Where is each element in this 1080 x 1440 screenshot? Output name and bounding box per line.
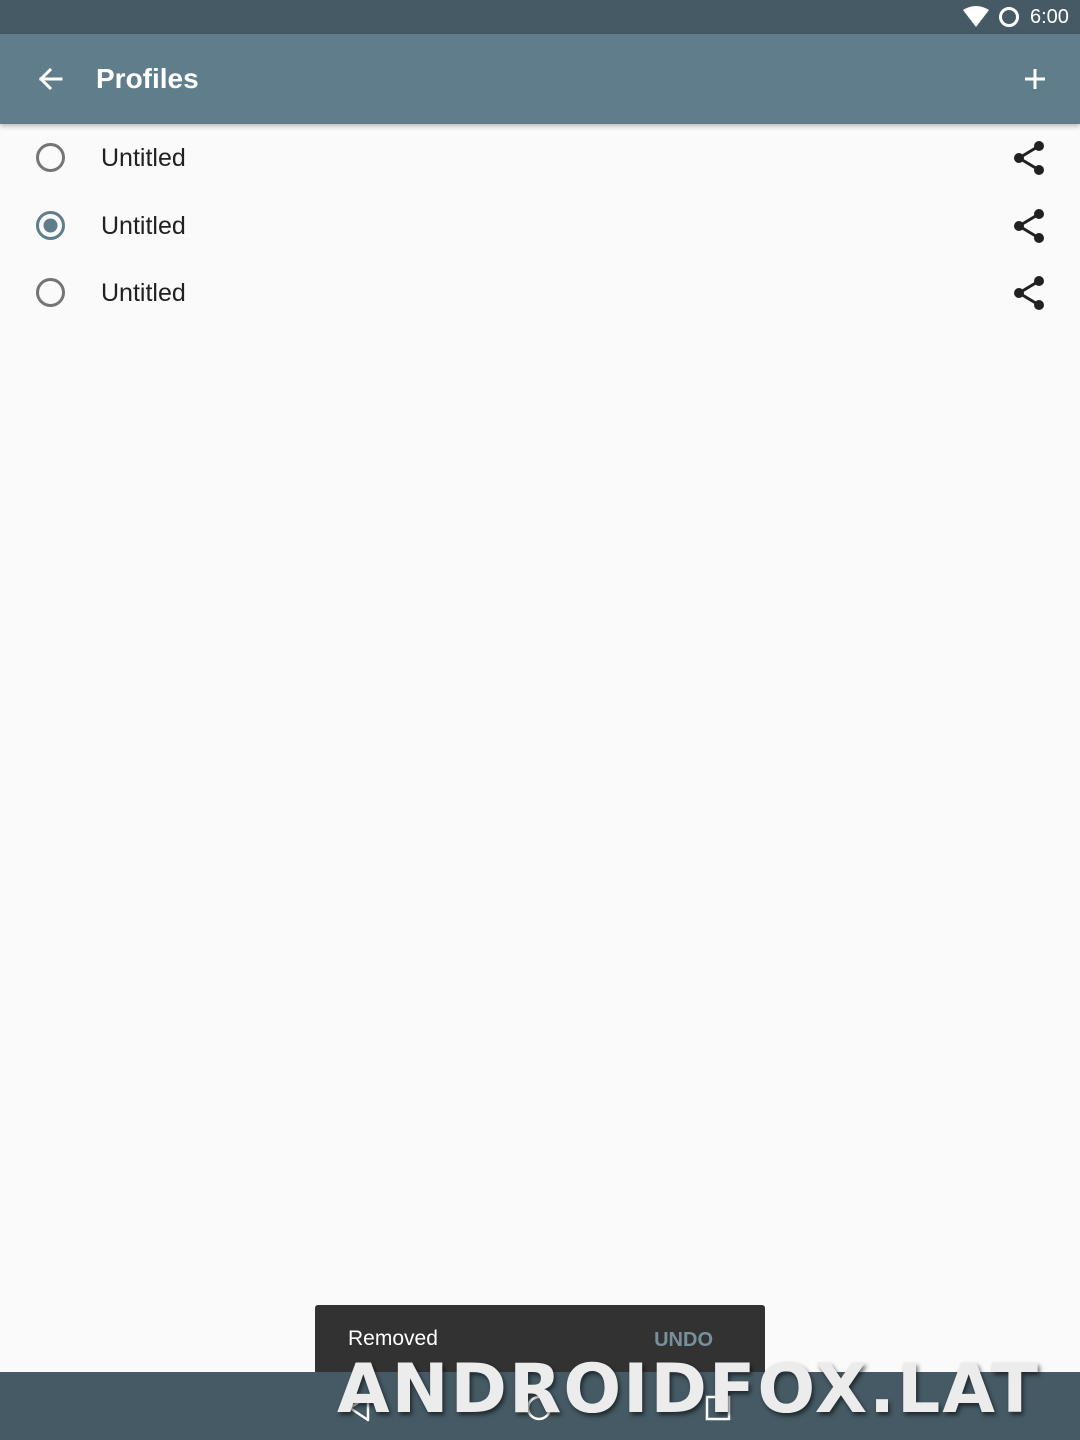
profile-row[interactable]: Untitled <box>0 259 1080 326</box>
app-bar: Profiles <box>0 34 1080 124</box>
radio-selected-icon[interactable] <box>33 208 68 243</box>
watermark: ANDROIDFOX.LAT <box>337 1350 1041 1429</box>
profile-row[interactable]: Untitled <box>0 124 1080 192</box>
arrow-back-icon[interactable] <box>30 59 70 99</box>
profile-label: Untitled <box>101 144 186 172</box>
profile-label: Untitled <box>101 212 186 240</box>
battery-icon <box>999 7 1019 27</box>
share-icon[interactable] <box>1009 138 1049 178</box>
share-icon[interactable] <box>1009 206 1049 246</box>
radio-unselected-icon[interactable] <box>33 275 68 310</box>
status-time: 6:00 <box>1030 6 1069 28</box>
wifi-icon <box>963 6 989 27</box>
profile-label: Untitled <box>101 279 186 307</box>
snackbar-message: Removed <box>348 1327 438 1350</box>
profile-list: Untitled Untitled Untitled <box>0 124 1080 326</box>
add-icon[interactable] <box>1015 59 1055 99</box>
page-title: Profiles <box>96 63 199 94</box>
radio-unselected-icon[interactable] <box>33 140 68 175</box>
status-bar: 6:00 <box>0 0 1080 34</box>
profile-row[interactable]: Untitled <box>0 192 1080 259</box>
share-icon[interactable] <box>1009 273 1049 313</box>
